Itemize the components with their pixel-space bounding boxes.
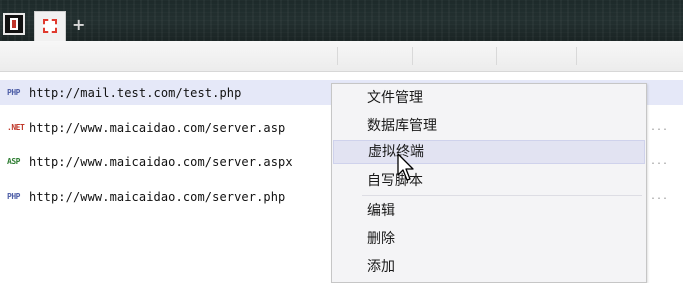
menu-item-virtual-terminal[interactable]: 虚拟终端 [333,140,645,164]
tab-bar: + [0,0,683,41]
shell-url: http://www.maicaidao.com/server.php [29,189,286,204]
menu-item-edit[interactable]: 编辑 [333,199,645,223]
menu-item-database-manager[interactable]: 数据库管理 [333,114,645,138]
tab-1[interactable] [3,13,25,35]
column-separator[interactable] [337,47,338,65]
php-badge-icon: PHP [7,191,20,201]
menu-item-add[interactable]: 添加 [333,255,645,279]
shell-url: http://mail.test.com/test.php [29,85,242,100]
tab-bar-texture [0,0,683,41]
truncated-cell: ... [650,122,669,133]
column-separator[interactable] [412,47,413,65]
window-icon [10,18,18,30]
list-header [0,41,683,72]
asp-badge-icon: ASP [7,156,20,166]
menu-item-file-manager[interactable]: 文件管理 [333,86,645,110]
truncated-cell: ... [650,191,669,202]
tab-2[interactable] [34,11,66,41]
net-badge-icon: .NET [7,122,25,132]
shell-url: http://www.maicaidao.com/server.aspx [29,154,293,169]
shell-url: http://www.maicaidao.com/server.asp [29,120,286,135]
context-menu: 文件管理 数据库管理 虚拟终端 自写脚本 编辑 删除 添加 [331,83,647,283]
mouse-pointer-icon [397,153,414,181]
column-separator[interactable] [576,47,577,65]
truncated-cell: ... [650,156,669,167]
menu-separator [362,195,642,196]
dashed-square-icon [43,19,57,33]
menu-item-delete[interactable]: 删除 [333,227,645,251]
add-tab-button[interactable]: + [72,17,85,33]
column-separator[interactable] [496,47,497,65]
menu-item-custom-script[interactable]: 自写脚本 [333,169,645,193]
php-badge-icon: PHP [7,87,20,97]
